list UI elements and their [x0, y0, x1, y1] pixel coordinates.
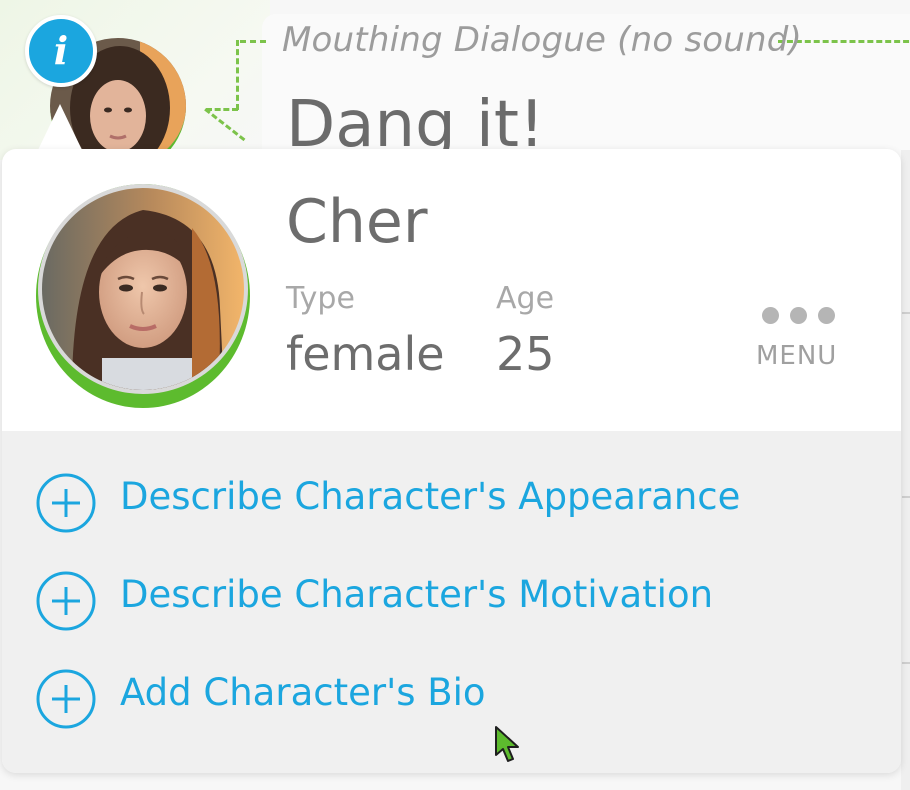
- plus-circle-icon: [36, 669, 96, 729]
- describe-motivation-button[interactable]: Describe Character's Motivation: [36, 569, 796, 635]
- background-divider: [902, 496, 910, 498]
- character-info-popup: Cher Type female Age 25 MENU Describe Ch…: [2, 149, 901, 773]
- character-avatar[interactable]: [36, 184, 250, 408]
- age-value: 25: [496, 327, 555, 381]
- dialogue-connector-line: [236, 40, 239, 110]
- portrait-image: [42, 188, 244, 390]
- popup-pointer: [38, 104, 82, 150]
- character-actions: Describe Character's Appearance Describe…: [2, 431, 901, 773]
- speech-tail-line: [206, 108, 238, 111]
- age-label: Age: [496, 281, 555, 316]
- background-divider: [902, 662, 910, 664]
- type-value: female: [286, 327, 445, 381]
- more-dots-icon: [762, 307, 842, 329]
- menu-label: MENU: [756, 341, 838, 371]
- character-profile: Cher Type female Age 25 MENU: [2, 149, 901, 431]
- mouse-cursor-icon: [495, 726, 519, 762]
- add-bio-button[interactable]: Add Character's Bio: [36, 667, 796, 733]
- menu-button[interactable]: MENU: [750, 299, 848, 379]
- background-strip: [901, 150, 910, 790]
- action-label: Add Character's Bio: [120, 671, 486, 714]
- character-name: Cher: [286, 187, 428, 257]
- dialogue-connector-line: [240, 40, 266, 43]
- describe-appearance-button[interactable]: Describe Character's Appearance: [36, 471, 796, 537]
- type-label: Type: [286, 281, 355, 316]
- action-label: Describe Character's Motivation: [120, 573, 714, 616]
- plus-circle-icon: [36, 473, 96, 533]
- plus-circle-icon: [36, 571, 96, 631]
- dialogue-type-label: Mouthing Dialogue (no sound): [282, 20, 802, 60]
- info-icon[interactable]: i: [25, 15, 97, 87]
- action-label: Describe Character's Appearance: [120, 475, 741, 518]
- background-divider: [902, 312, 910, 314]
